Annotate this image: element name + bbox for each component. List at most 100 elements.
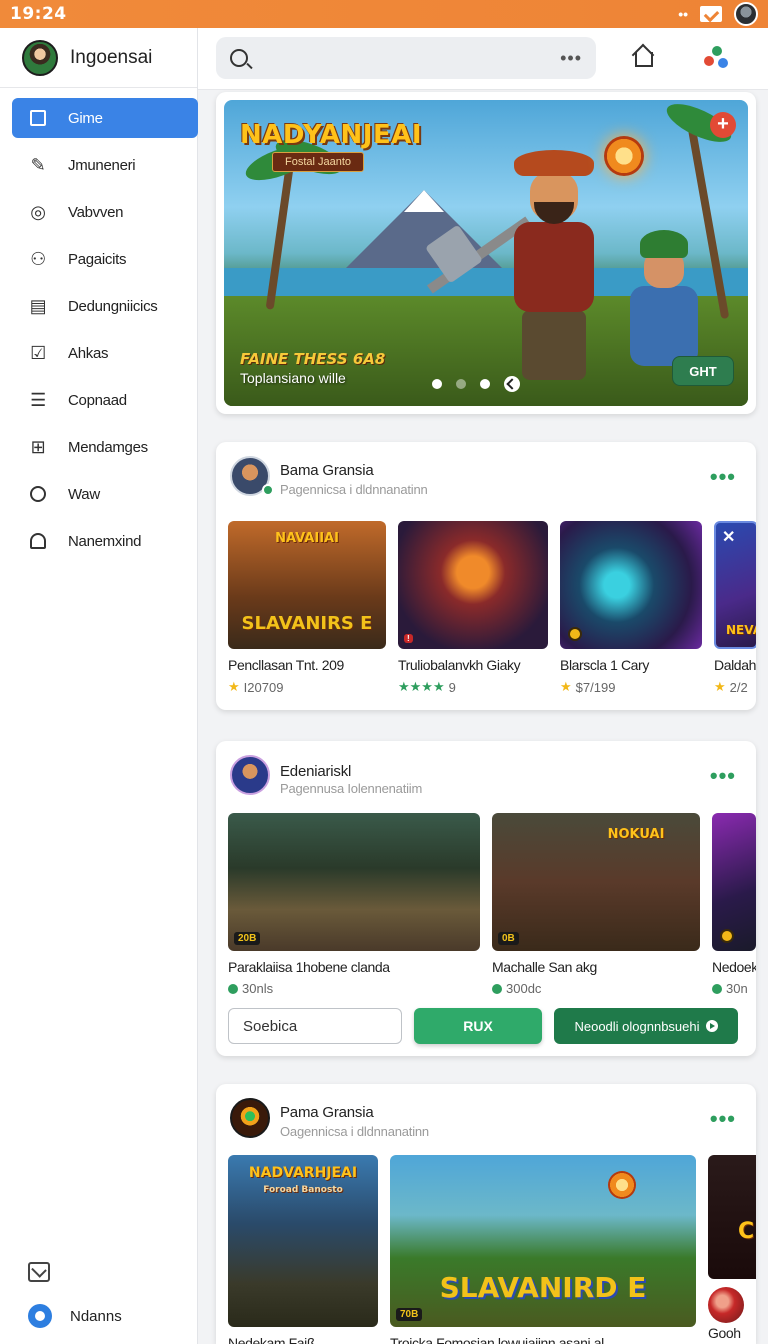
- record-icon: [708, 1287, 744, 1323]
- section-header: Edeniariskl Pagennusa Iolennenatiim •••: [216, 741, 756, 811]
- mail-icon[interactable]: [28, 1262, 50, 1282]
- game-tile[interactable]: SLAVANIRD E 70B Trojcka Fomosian lowuiai…: [390, 1155, 696, 1344]
- sidebar-item-label: Waw: [68, 485, 100, 503]
- search-input[interactable]: •••: [216, 37, 596, 79]
- more-options-icon[interactable]: •••: [710, 1106, 736, 1132]
- coin-icon: [568, 627, 582, 641]
- sidebar-item-ahkas[interactable]: ☑ Ahkas: [12, 333, 198, 373]
- more-options-icon[interactable]: •••: [710, 763, 736, 789]
- game-tile[interactable]: Nedoek 30n: [712, 813, 756, 996]
- home-square-icon: [28, 108, 48, 128]
- game-thumbnail: !: [398, 521, 548, 649]
- tile-meta: ★ 2/2: [714, 679, 756, 695]
- section-search-field[interactable]: Soebica: [228, 1008, 402, 1044]
- hero-get-button[interactable]: GHT: [672, 356, 734, 386]
- close-icon[interactable]: ✕: [722, 527, 735, 547]
- sidebar-item-label: Gime: [68, 109, 103, 127]
- tile-meta: ★ $7/199: [560, 679, 702, 695]
- game-thumbnail: 20B: [228, 813, 480, 951]
- thumbnail-title: CH: [738, 1219, 756, 1244]
- add-icon[interactable]: +: [710, 112, 736, 138]
- game-tile[interactable]: NAVAIIAI SLAVANIRS E Pencllasan Tnt. 209…: [228, 521, 386, 695]
- tile-title: Truliobalanvkh Giaky: [398, 657, 521, 673]
- section-title: Pama Gransia: [280, 1104, 374, 1121]
- sidebar-item-label: Copnaad: [68, 391, 127, 409]
- game-tile[interactable]: 20B Paraklaiisa 1hobene clanda 30nls: [228, 813, 480, 996]
- sidebar-item-mendamges[interactable]: ⊞ Mendamges: [12, 427, 198, 467]
- carousel-next-icon[interactable]: [504, 376, 520, 392]
- tile-badge: 0B: [498, 932, 519, 945]
- sidebar-item-gime[interactable]: Gime: [12, 98, 198, 138]
- checkbox-icon: ☑: [30, 342, 46, 363]
- game-tile[interactable]: NOKUAI 0B Machalle San akg 300dc: [492, 813, 700, 996]
- home-icon[interactable]: [632, 46, 653, 67]
- tile-meta-value: 30n: [726, 981, 748, 996]
- tile-title: Trojcka Fomosian lowuiaiinn asani al: [390, 1335, 604, 1344]
- tile-meta: 300dc: [492, 981, 700, 996]
- game-thumbnail: [712, 813, 756, 951]
- game-thumbnail: SLAVANIRD E 70B: [390, 1155, 696, 1327]
- sidebar-item-dedungniicics[interactable]: ▤ Dedungniicics: [12, 286, 198, 326]
- game-tile[interactable]: NADVARHJEAI Foroad Banosto Nedekam Fajß: [228, 1155, 378, 1344]
- apps-icon[interactable]: [704, 46, 730, 70]
- more-options-icon[interactable]: •••: [710, 464, 736, 490]
- search-more-icon[interactable]: •••: [560, 48, 582, 69]
- tile-title: Pencllasan Tnt. 209: [228, 657, 344, 673]
- tile-meta-value: $7/199: [575, 679, 616, 695]
- carousel-dot[interactable]: [432, 379, 442, 389]
- hero-companion: [624, 230, 704, 370]
- sidebar-item-vabvven[interactable]: ◎ Vabvven: [12, 192, 198, 232]
- game-thumbnail: CH: [708, 1155, 756, 1279]
- game-tile[interactable]: ! Truliobalanvkh Giaky ★★★★ 9: [398, 521, 548, 695]
- hero-mountain-snow: [404, 190, 444, 212]
- tile-meta-value: 300dc: [506, 981, 542, 996]
- carousel-dot[interactable]: [480, 379, 490, 389]
- section-actions: Soebica RUX Neoodli olognnbsuehi: [228, 1008, 738, 1044]
- thumbnail-subtitle: Foroad Banosto: [263, 1185, 343, 1195]
- status-dot-icon: [712, 983, 722, 994]
- status-dot-icon: [492, 983, 502, 994]
- sidebar-item-waw[interactable]: Waw: [12, 474, 198, 514]
- hero-subline: Toplansiano wille: [240, 370, 346, 386]
- hero-banner[interactable]: NADYANJEAI Fostal Jaanto FAINE THESS 6A8…: [224, 100, 748, 406]
- tile-title: Machalle San akg: [492, 959, 597, 975]
- star-icon: ★: [560, 679, 572, 694]
- sidebar-item-copnaad[interactable]: ☰ Copnaad: [12, 380, 198, 420]
- thumbnail-title: NAVAIIAI: [275, 531, 339, 546]
- sidebar-item-jmuneneri[interactable]: ✎ Jmuneneri: [12, 145, 198, 185]
- status-avatar[interactable]: [734, 2, 758, 26]
- thumbnail-title: SLAVANIRD E: [439, 1271, 647, 1304]
- tile-row: NAVAIIAI SLAVANIRS E Pencllasan Tnt. 209…: [228, 521, 756, 695]
- play-icon: [705, 1020, 718, 1032]
- section-card: Bama Gransia Pagennicsa i dldnnanatinn •…: [216, 442, 756, 710]
- game-thumbnail: NAVAIIAI SLAVANIRS E: [228, 521, 386, 649]
- tile-title: Gooh: [708, 1325, 741, 1341]
- thumbnail-title: NOKUAI: [607, 827, 665, 842]
- tile-title: Blarscla 1 Cary: [560, 657, 649, 673]
- secondary-action-button[interactable]: Neoodli olognnbsuehi: [554, 1008, 738, 1044]
- house-icon: [28, 531, 48, 551]
- game-tile[interactable]: ✕ NEVA Daldah ★2/2: [714, 521, 756, 695]
- fireball-icon: [608, 1171, 636, 1199]
- status-time: 19:24: [10, 4, 67, 24]
- fireball-icon: [604, 136, 644, 176]
- game-tile[interactable]: Blarscla 1 Cary ★ $7/199: [560, 521, 702, 695]
- brand[interactable]: Ingoensai: [0, 28, 197, 88]
- carousel-dot[interactable]: [456, 379, 466, 389]
- sidebar-item-label: Nanemxind: [68, 532, 142, 550]
- tile-badge: 20B: [234, 932, 261, 945]
- sidebar-item-label: Dedungniicics: [68, 297, 158, 315]
- settings-gear-icon: [28, 1304, 52, 1328]
- gallery-icon: [700, 6, 722, 22]
- game-tile[interactable]: CH Gooh: [708, 1155, 756, 1344]
- tile-meta: ★★★★ 9: [398, 679, 548, 695]
- brand-logo: [22, 39, 58, 76]
- sidebar-item-nanemxind[interactable]: Nanemxind: [12, 521, 198, 561]
- rux-button[interactable]: RUX: [414, 1008, 542, 1044]
- sidebar-item-label: Mendamges: [68, 438, 148, 456]
- tile-row: NADVARHJEAI Foroad Banosto Nedekam Fajß …: [228, 1155, 756, 1344]
- sidebar-item-pagaicits[interactable]: ⚇ Pagaicits: [12, 239, 198, 279]
- section-subtitle: Pagennicsa i dldnnanatinn: [280, 482, 428, 497]
- sidebar-user[interactable]: Ndanns: [28, 1304, 122, 1328]
- game-thumbnail: NADVARHJEAI Foroad Banosto: [228, 1155, 378, 1327]
